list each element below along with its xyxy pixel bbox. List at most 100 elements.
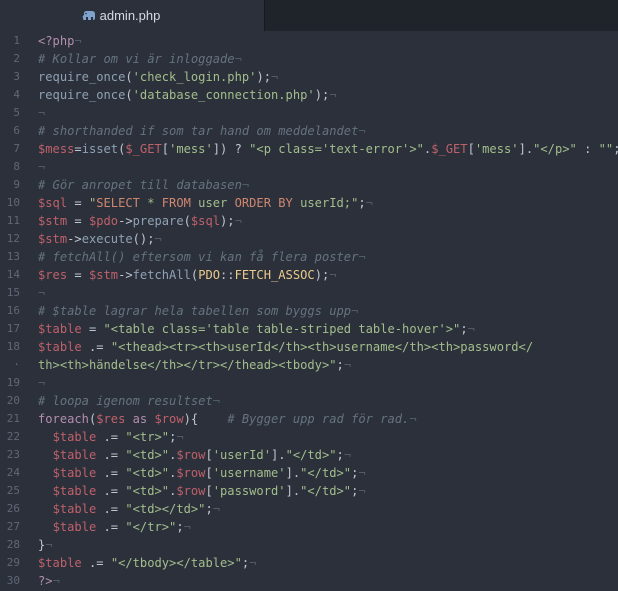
- code-line[interactable]: 12 $stm->execute();¬: [0, 230, 618, 248]
- code-text: $table .= "<td></td>";¬: [38, 500, 220, 518]
- code-line[interactable]: 1 <?php¬: [0, 32, 618, 50]
- code-token: ();: [132, 232, 155, 246]
- code-token: .=: [81, 340, 111, 354]
- code-line[interactable]: 30 ?>¬: [0, 572, 618, 590]
- code-text: require_once('database_connection.php');…: [38, 86, 337, 104]
- tab-admin-php[interactable]: admin.php: [0, 0, 265, 31]
- code-line[interactable]: 6 # shorthanded if som tar hand om meddel…: [0, 122, 618, 140]
- code-line[interactable]: 29 $table .= "</tbody></table>";¬: [0, 554, 618, 572]
- code-line[interactable]: · th><th>händelse</th></tr></thead><tbody…: [0, 356, 618, 374]
- code-editor[interactable]: 1 <?php¬ 2 # Kollar om vi är inloggade¬ 3 req…: [0, 31, 618, 591]
- code-token: $row: [176, 448, 206, 462]
- code-token: execute: [81, 232, 133, 246]
- code-token: <?php: [38, 34, 75, 48]
- code-token: ;: [176, 520, 184, 534]
- code-line[interactable]: 17 $table = "<table class='table table-st…: [0, 320, 618, 338]
- code-line[interactable]: 2 # Kollar om vi är inloggade¬: [0, 50, 618, 68]
- code-text: $table .= "<thead><tr><th>userId</th><th…: [38, 338, 533, 356]
- code-token: $row: [176, 484, 206, 498]
- code-token: as: [132, 412, 148, 426]
- code-token: userId;": [292, 196, 359, 210]
- code-token: ¬: [358, 250, 366, 264]
- code-token: [: [161, 142, 170, 156]
- code-line[interactable]: 21 foreach($res as $row){ # Bygger upp ra…: [0, 410, 618, 428]
- code-token: 'mess': [169, 142, 213, 156]
- code-text: $mess=isset($_GET['mess']) ? "<p class='…: [38, 140, 618, 158]
- code-token: =: [74, 142, 82, 156]
- code-line[interactable]: 5 ¬: [0, 104, 618, 122]
- code-line[interactable]: 28 }¬: [0, 536, 618, 554]
- code-token: :: [576, 142, 599, 156]
- code-text: $table .= "<td>".$row['userId']."</td>";…: [38, 446, 352, 464]
- code-line[interactable]: 24 $table .= "<td>".$row['username']."</…: [0, 464, 618, 482]
- line-number: 28: [6, 538, 20, 551]
- code-token: (: [125, 70, 133, 84]
- code-line[interactable]: 3 require_once('check_login.php');¬: [0, 68, 618, 86]
- code-line[interactable]: 15 ¬: [0, 284, 618, 302]
- code-text: ¬: [38, 284, 45, 302]
- tab-bar: admin.php: [0, 0, 618, 31]
- code-line[interactable]: 7 $mess=isset($_GET['mess']) ? "<p class=…: [0, 140, 618, 158]
- code-token: .=: [96, 448, 126, 462]
- code-token: [: [205, 466, 213, 480]
- code-token: ¬: [154, 232, 162, 246]
- code-text: ¬: [38, 104, 45, 122]
- code-token: "</tr>": [125, 520, 177, 534]
- tab-title: admin.php: [99, 8, 161, 23]
- code-line[interactable]: 22 $table .= "<tr>";¬: [0, 428, 618, 446]
- code-line[interactable]: 4 require_once('database_connection.php')…: [0, 86, 618, 104]
- code-token: ¬: [38, 376, 46, 390]
- code-token: ->: [118, 214, 133, 228]
- code-token: ¬: [343, 358, 352, 372]
- code-token: ¬: [329, 88, 337, 102]
- line-number: 4: [13, 88, 20, 101]
- code-text: }¬: [38, 536, 53, 554]
- code-token: "<p class='text-error'>": [249, 142, 424, 156]
- code-line[interactable]: 25 $table .= "<td>".$row['password']."</…: [0, 482, 618, 500]
- code-text: $table .= "<td>".$row['password']."</td>…: [38, 482, 366, 500]
- code-token: $sql: [190, 214, 221, 228]
- code-token: FETCH_ASSOC: [234, 268, 315, 282]
- code-line[interactable]: 16 # $table lagrar hela tabellen som bygg…: [0, 302, 618, 320]
- code-line[interactable]: 26 $table .= "<td></td>";¬: [0, 500, 618, 518]
- code-line[interactable]: 18 $table .= "<thead><tr><th>userId</th><…: [0, 338, 618, 356]
- code-token: ¬: [249, 556, 257, 570]
- code-line[interactable]: 20 # loopa igenom resultset¬: [0, 392, 618, 410]
- code-token: "</td>": [285, 448, 337, 462]
- code-line[interactable]: 13 # fetchAll() eftersom vi kan få flera …: [0, 248, 618, 266]
- code-token: 'database_connection.php': [132, 88, 315, 102]
- code-token: ].: [285, 484, 301, 498]
- code-line[interactable]: 8 ¬: [0, 158, 618, 176]
- code-line[interactable]: 14 $res = $stm->fetchAll(PDO::FETCH_ASSOC…: [0, 266, 618, 284]
- code-token: $pdo: [88, 214, 119, 228]
- code-token: ¬: [343, 448, 352, 462]
- code-token: =: [67, 214, 89, 228]
- code-token: ¬: [409, 412, 417, 426]
- code-token: .=: [96, 466, 126, 480]
- line-number: 22: [6, 430, 20, 443]
- code-token: );: [314, 268, 330, 282]
- code-text: $res = $stm->fetchAll(PDO::FETCH_ASSOC);…: [38, 266, 337, 284]
- code-token: $stm: [38, 214, 68, 228]
- line-number: 24: [6, 466, 20, 479]
- code-token: user: [190, 196, 235, 210]
- code-text: foreach($res as $row){ # Bygger upp rad …: [38, 410, 417, 428]
- code-token: $table: [38, 556, 82, 570]
- code-token: 'username': [212, 466, 286, 480]
- code-token: =: [81, 322, 104, 336]
- code-token: .=: [96, 520, 126, 534]
- code-line[interactable]: 11 $stm = $pdo->prepare($sql);¬: [0, 212, 618, 230]
- code-text: # $table lagrar hela tabellen som byggs …: [38, 302, 358, 320]
- code-line[interactable]: 23 $table .= "<td>".$row['userId']."</td…: [0, 446, 618, 464]
- code-token: =: [67, 196, 89, 210]
- code-line[interactable]: 9 # Gör anropet till databasen¬: [0, 176, 618, 194]
- code-token: $table: [52, 520, 97, 534]
- code-token: ->: [67, 232, 82, 246]
- code-line[interactable]: 27 $table .= "</tr>";¬: [0, 518, 618, 536]
- code-line[interactable]: 19 ¬: [0, 374, 618, 392]
- code-token: .=: [81, 556, 111, 570]
- code-line[interactable]: 10 $sql = "SELECT * FROM user ORDER BY us…: [0, 194, 618, 212]
- code-token: "</p>": [533, 142, 577, 156]
- line-number: 2: [13, 52, 20, 65]
